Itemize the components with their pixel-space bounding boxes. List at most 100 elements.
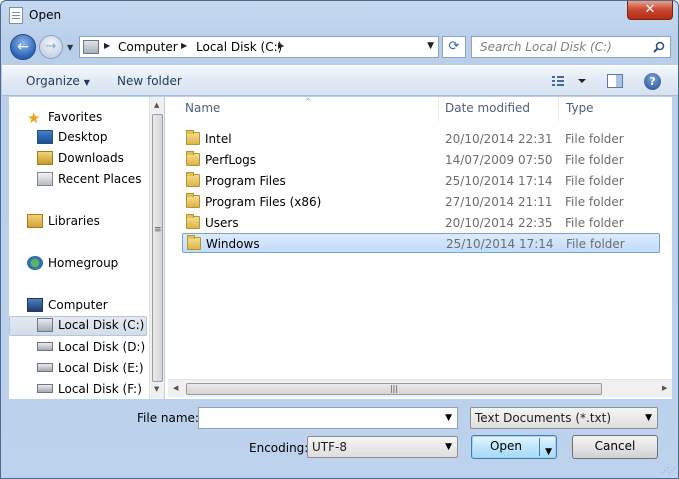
open-dialog: Open ✕ ← → ▼ ▶ Computer ▶ Local Disk (C:… <box>0 0 679 479</box>
sidebar-item-label: Favorites <box>48 110 103 124</box>
encoding-value: UTF-8 <box>312 440 347 454</box>
navigation-pane: ★ Favorites Desktop Downloads Recent Plac… <box>9 97 164 399</box>
search-icon[interactable] <box>653 41 665 53</box>
address-history-dropdown-icon[interactable]: ▼ <box>427 41 434 51</box>
sidebar-item-downloads[interactable]: Downloads <box>37 151 124 171</box>
scrollbar-thumb[interactable]: ||| <box>186 383 602 395</box>
folder-icon <box>186 130 200 145</box>
breadcrumb-computer[interactable]: Computer <box>118 40 178 54</box>
folder-icon <box>186 193 200 208</box>
sidebar-item-local-disk-d[interactable]: Local Disk (D:) <box>37 340 145 360</box>
scroll-down-icon[interactable]: ▼ <box>154 385 159 393</box>
cancel-button[interactable]: Cancel <box>572 435 658 459</box>
organize-button[interactable]: Organize ▼ <box>26 74 90 88</box>
scroll-right-icon[interactable]: ▶ <box>662 384 667 392</box>
breadcrumb-local-disk-c[interactable]: Local Disk (C:) <box>196 40 282 54</box>
chevron-down-icon: ▼ <box>83 78 90 87</box>
file-row-windows[interactable]: Windows 25/10/2014 17:14 File folder <box>182 233 660 253</box>
resize-grip-icon[interactable]: ⋰⋰ <box>661 466 676 475</box>
chevron-right-icon[interactable]: ▶ <box>278 41 284 50</box>
folder-icon <box>186 172 200 187</box>
file-date-modified: 14/07/2009 07:50 <box>445 153 553 167</box>
file-name-label: File name: <box>137 411 199 425</box>
sidebar-item-label: Local Disk (E:) <box>58 361 144 375</box>
back-button[interactable]: ← <box>10 34 36 60</box>
sidebar-item-computer[interactable]: Computer <box>27 298 108 318</box>
scrollbar-thumb[interactable] <box>152 114 163 382</box>
homegroup-icon <box>27 256 43 270</box>
chevron-down-icon[interactable]: ▼ <box>445 413 452 423</box>
file-name-field[interactable]: ▼ <box>198 407 458 429</box>
column-header-date-modified[interactable]: Date modified <box>445 101 530 115</box>
file-row-program-files[interactable]: Program Files 25/10/2014 17:14 File fold… <box>182 171 660 191</box>
change-view-icon[interactable] <box>550 73 590 89</box>
file-name: Program Files (x86) <box>205 195 322 209</box>
file-name: Intel <box>205 132 232 146</box>
file-date-modified: 20/10/2014 22:35 <box>445 216 553 230</box>
encoding-select[interactable]: UTF-8 ▼ <box>307 436 458 458</box>
computer-icon <box>27 298 43 312</box>
folder-icon <box>186 214 200 229</box>
file-list-horizontal-scrollbar[interactable]: ◀ ||| ▶ <box>168 379 672 397</box>
file-date-modified: 27/10/2014 21:11 <box>445 195 553 209</box>
recent-pages-dropdown-icon[interactable]: ▼ <box>67 43 73 52</box>
drive-icon <box>37 342 53 351</box>
chevron-right-icon[interactable]: ▶ <box>104 41 110 50</box>
file-type: File folder <box>565 216 624 230</box>
folder-icon <box>186 151 200 166</box>
file-row-intel[interactable]: Intel 20/10/2014 22:31 File folder <box>182 129 660 149</box>
scroll-left-icon[interactable]: ◀ <box>173 384 178 392</box>
file-type-select[interactable]: Text Documents (*.txt) ▼ <box>470 407 658 429</box>
file-row-users[interactable]: Users 20/10/2014 22:35 File folder <box>182 213 660 233</box>
sidebar-item-local-disk-c[interactable]: Local Disk (C:) <box>9 316 147 336</box>
file-type-value: Text Documents (*.txt) <box>475 411 612 425</box>
sidebar-item-local-disk-e[interactable]: Local Disk (E:) <box>37 361 144 381</box>
sidebar-item-recent-places[interactable]: Recent Places <box>37 172 141 192</box>
command-bar: Organize ▼ New folder ? <box>2 65 678 96</box>
search-input[interactable]: Search Local Disk (C:) <box>480 40 612 54</box>
downloads-icon <box>37 151 53 165</box>
address-bar[interactable]: ▶ Computer ▶ Local Disk (C:) ▶ ▼ <box>79 36 439 58</box>
open-options-dropdown-icon[interactable]: ▼ <box>545 442 552 463</box>
title-bar: Open ✕ <box>1 1 678 31</box>
help-button[interactable]: ? <box>644 73 661 90</box>
sidebar-item-desktop[interactable]: Desktop <box>37 130 108 150</box>
file-type: File folder <box>565 153 624 167</box>
preview-pane-icon[interactable] <box>607 74 623 88</box>
forward-button[interactable]: → <box>39 35 63 59</box>
chevron-down-icon: ▼ <box>445 442 452 452</box>
file-name: Users <box>205 216 239 230</box>
column-divider[interactable] <box>438 97 439 121</box>
window-title: Open <box>29 8 62 22</box>
file-date-modified: 20/10/2014 22:31 <box>445 132 553 146</box>
sidebar-item-favorites[interactable]: ★ Favorites <box>27 109 102 129</box>
file-row-program-files-x86[interactable]: Program Files (x86) 27/10/2014 21:11 Fil… <box>182 192 660 212</box>
column-divider[interactable] <box>558 97 559 121</box>
search-box[interactable]: Search Local Disk (C:) <box>471 36 671 58</box>
chevron-down-icon: ▼ <box>645 413 652 423</box>
refresh-button[interactable]: ⟳ <box>442 36 466 58</box>
file-list: ^ Name Date modified Type Intel 20/10/20… <box>165 97 672 399</box>
libraries-icon <box>27 214 43 228</box>
chevron-right-icon[interactable]: ▶ <box>181 41 187 50</box>
folder-icon <box>187 235 201 250</box>
navigation-scrollbar[interactable]: ▲ ▼ <box>149 97 164 399</box>
open-button[interactable]: Open ▼ <box>471 435 557 459</box>
column-header-type[interactable]: Type <box>566 101 594 115</box>
organize-label: Organize <box>26 74 80 88</box>
sidebar-item-homegroup[interactable]: Homegroup <box>27 256 118 276</box>
scroll-up-icon[interactable]: ▲ <box>154 101 159 109</box>
sort-ascending-icon: ^ <box>305 97 312 106</box>
sidebar-item-label: Libraries <box>48 214 100 228</box>
column-header-name[interactable]: Name <box>185 101 220 115</box>
file-type: File folder <box>565 132 624 146</box>
sidebar-item-label: Local Disk (C:) <box>58 318 145 332</box>
file-name: PerfLogs <box>205 153 257 167</box>
sidebar-item-label: Desktop <box>58 130 108 144</box>
file-row-perflogs[interactable]: PerfLogs 14/07/2009 07:50 File folder <box>182 150 660 170</box>
close-button[interactable]: ✕ <box>627 1 673 20</box>
sidebar-item-local-disk-f[interactable]: Local Disk (F:) <box>37 382 142 399</box>
sidebar-item-libraries[interactable]: Libraries <box>27 214 100 234</box>
new-folder-button[interactable]: New folder <box>117 74 182 88</box>
open-button-label: Open <box>489 439 523 453</box>
